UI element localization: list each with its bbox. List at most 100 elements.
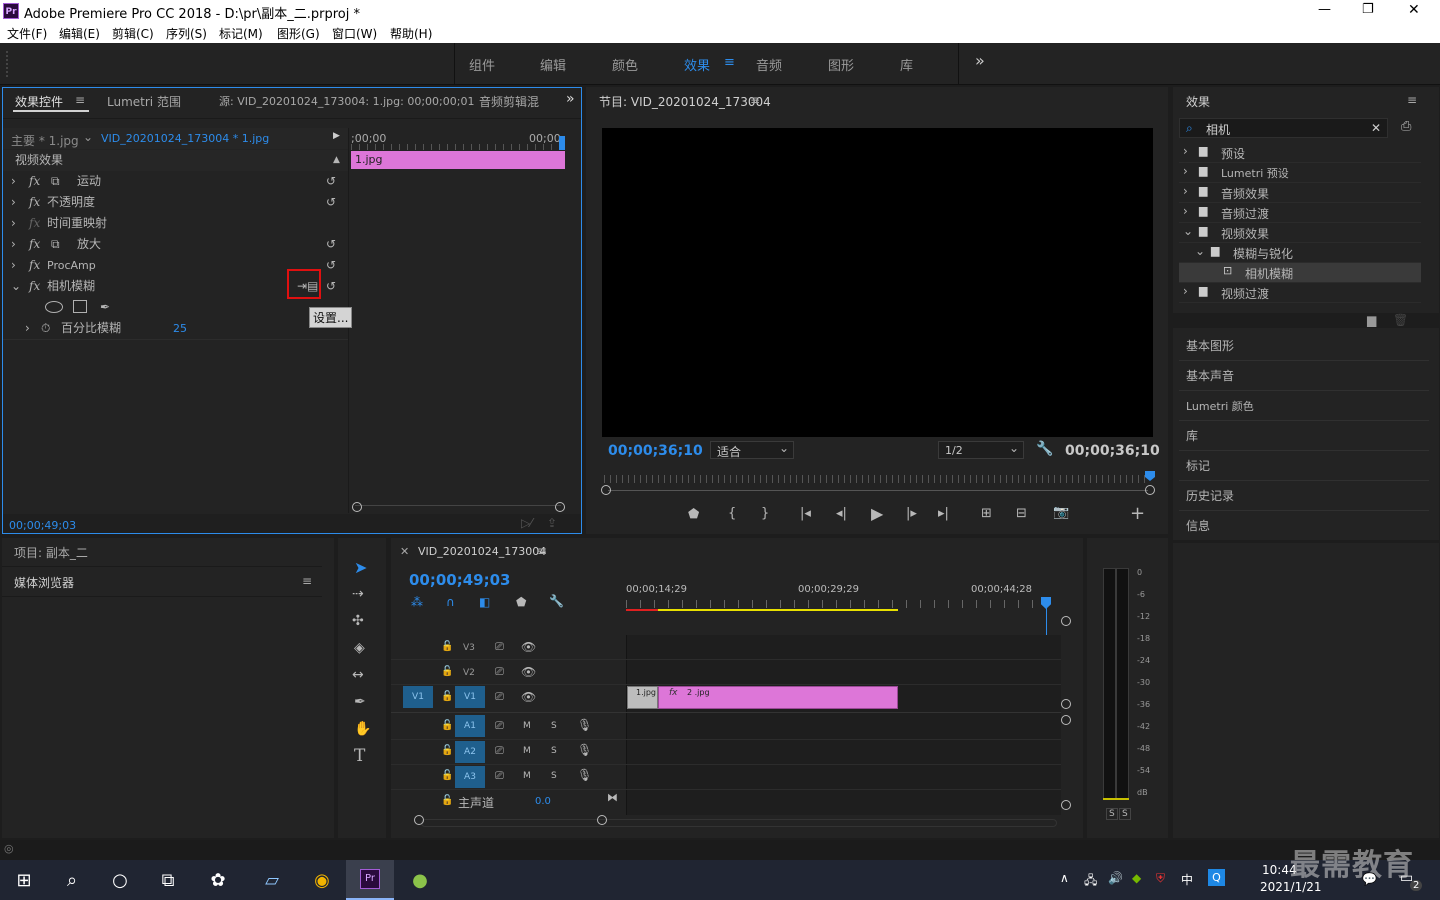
program-monitor-title[interactable]: 节目: VID_20201024_173004 bbox=[599, 93, 771, 110]
source-patch-v1[interactable]: V1 bbox=[403, 686, 433, 708]
eye-icon[interactable]: 👁 bbox=[521, 640, 536, 654]
rectangle-mask-icon[interactable] bbox=[73, 300, 87, 313]
settings-wrench-icon[interactable]: 🔧 bbox=[1036, 441, 1053, 457]
solo-button[interactable]: S bbox=[551, 746, 557, 756]
track-target-a3[interactable]: A3 bbox=[455, 766, 485, 788]
panel-history[interactable]: 历史记录 bbox=[1186, 486, 1234, 507]
workspace-editing[interactable]: 编辑 bbox=[540, 55, 566, 74]
mini-playhead[interactable] bbox=[559, 136, 565, 150]
mark-in-icon[interactable]: { bbox=[728, 506, 736, 521]
panel-essential-sound[interactable]: 基本声音 bbox=[1186, 366, 1234, 387]
minimize-button[interactable]: — bbox=[1318, 2, 1331, 17]
tab-effect-controls[interactable]: 效果控件 bbox=[15, 93, 63, 110]
tab-menu-icon[interactable]: ≡ bbox=[75, 93, 85, 107]
sync-lock-icon[interactable]: ⎚ bbox=[495, 690, 504, 704]
reset-icon[interactable]: ↺ bbox=[326, 192, 336, 213]
menu-sequence[interactable]: 序列(S) bbox=[166, 25, 207, 42]
menu-edit[interactable]: 编辑(E) bbox=[59, 25, 100, 42]
sequence-clip-label[interactable]: VID_20201024_173004 * 1.jpg bbox=[101, 132, 269, 145]
menu-marker[interactable]: 标记(M) bbox=[219, 25, 263, 42]
effects-panel-title[interactable]: 效果 bbox=[1186, 93, 1210, 110]
track-select-tool-icon[interactable]: ⇢ bbox=[352, 586, 364, 602]
expand-chevron-icon[interactable]: › bbox=[1183, 144, 1188, 158]
menu-help[interactable]: 帮助(H) bbox=[390, 25, 432, 42]
lock-icon[interactable]: 🔓 bbox=[441, 641, 453, 652]
microphone-icon[interactable]: 🎙 bbox=[577, 743, 592, 757]
fx-badge-icon[interactable]: fx bbox=[29, 171, 40, 192]
eye-icon[interactable]: 👁 bbox=[521, 665, 536, 679]
effect-row-opacity[interactable]: › fx 不透明度 ↺ bbox=[3, 192, 348, 213]
reset-icon[interactable]: ↺ bbox=[326, 276, 336, 297]
timeline-tab-title[interactable]: VID_20201024_173004 bbox=[418, 545, 546, 558]
timeline-menu-icon[interactable]: ≡ bbox=[537, 544, 547, 558]
video-vscroll-handle-bottom[interactable] bbox=[1061, 699, 1071, 709]
effects-tree-item[interactable]: ⊡ 相机模糊 bbox=[1179, 263, 1421, 283]
sync-lock-icon[interactable]: ⎚ bbox=[495, 665, 504, 679]
tab-audio-clip-mixer[interactable]: 音频剪辑混 bbox=[479, 93, 539, 110]
track-target-a1[interactable]: A1 bbox=[455, 715, 485, 737]
notepad-app-icon[interactable]: ▱ bbox=[248, 860, 296, 900]
fx-badge-icon[interactable]: fx bbox=[29, 234, 40, 255]
timeline-playhead-timecode[interactable]: 00;00;49;03 bbox=[409, 571, 511, 589]
mute-button[interactable]: M bbox=[523, 771, 531, 781]
expand-chevron-icon[interactable]: › bbox=[11, 234, 16, 255]
type-tool-icon[interactable]: T bbox=[354, 746, 365, 766]
ripple-edit-tool-icon[interactable]: ✣ bbox=[352, 613, 364, 629]
mute-button[interactable]: M bbox=[523, 746, 531, 756]
effect-row-scale[interactable]: › fx ⧉ 放大 ↺ bbox=[3, 234, 348, 255]
volume-icon[interactable]: 🔊 bbox=[1108, 871, 1123, 885]
zoom-handle-right[interactable] bbox=[1145, 485, 1155, 495]
lock-icon[interactable]: 🔓 bbox=[441, 795, 453, 806]
panel-info[interactable]: 信息 bbox=[1186, 516, 1210, 537]
mark-out-icon[interactable]: } bbox=[761, 506, 769, 521]
param-row-blur-percent[interactable]: › ⏱ 百分比模糊 25 bbox=[3, 318, 348, 339]
eye-icon[interactable]: 👁 bbox=[521, 690, 536, 704]
effects-tree-item[interactable]: ⌄ ▆ 模糊与锐化 bbox=[1179, 243, 1421, 263]
export-icon[interactable]: ⇪ bbox=[547, 516, 557, 530]
reset-icon[interactable]: ↺ bbox=[326, 171, 336, 192]
lock-icon[interactable]: 🔓 bbox=[441, 666, 453, 677]
sync-lock-icon[interactable]: ⎚ bbox=[495, 719, 504, 733]
premiere-taskbar-icon[interactable]: Pr bbox=[346, 860, 394, 900]
expand-chevron-icon[interactable]: › bbox=[25, 318, 30, 339]
panel-overflow-icon[interactable]: » bbox=[566, 91, 575, 107]
lock-icon[interactable]: 🔓 bbox=[441, 691, 453, 702]
linked-selection-icon[interactable]: ◧ bbox=[479, 595, 490, 609]
solo-button[interactable]: S bbox=[551, 721, 557, 731]
qq-icon[interactable]: Q bbox=[1208, 869, 1225, 886]
close-button[interactable]: ✕ bbox=[1408, 2, 1420, 18]
expand-chevron-icon[interactable]: › bbox=[11, 171, 16, 192]
setup-dialog-icon[interactable]: ⇥▤ bbox=[297, 276, 318, 297]
audio-vscroll-handle-top[interactable] bbox=[1061, 715, 1071, 725]
fx-badge-icon[interactable]: fx bbox=[29, 255, 40, 276]
solo-button[interactable]: S bbox=[551, 771, 557, 781]
effects-tree-item[interactable]: › ▆ Lumetri 预设 bbox=[1179, 163, 1421, 183]
stopwatch-icon[interactable]: ⏱ bbox=[41, 318, 50, 339]
expand-chevron-icon[interactable]: › bbox=[1183, 164, 1188, 178]
effects-tree-item[interactable]: › ▆ 音频过渡 bbox=[1179, 203, 1421, 223]
add-marker-icon[interactable]: ⬟ bbox=[688, 507, 699, 522]
filter-icon[interactable]: ▷⁄ bbox=[521, 516, 532, 530]
nvidia-icon[interactable]: ◆ bbox=[1132, 871, 1141, 885]
ellipse-mask-icon[interactable] bbox=[45, 301, 63, 313]
program-video-frame[interactable] bbox=[602, 128, 1153, 437]
workspace-menu-icon[interactable]: ≡ bbox=[724, 55, 735, 70]
sync-lock-icon[interactable]: ⎚ bbox=[495, 640, 504, 654]
hscroll-handle-right[interactable] bbox=[597, 815, 607, 825]
go-to-out-icon[interactable]: ▸| bbox=[938, 506, 949, 521]
expand-chevron-icon[interactable]: › bbox=[11, 192, 16, 213]
tab-project[interactable]: 项目: 副本_二 bbox=[14, 544, 88, 561]
security-shield-icon[interactable]: ⛨ bbox=[1156, 871, 1165, 886]
workspace-effects[interactable]: 效果 bbox=[684, 55, 710, 74]
hand-tool-icon[interactable]: ✋ bbox=[354, 721, 371, 737]
effects-tree-item[interactable]: ⌄ ▆ 视频效果 bbox=[1179, 223, 1421, 243]
close-sequence-icon[interactable]: ✕ bbox=[400, 545, 409, 558]
tray-chevron-icon[interactable]: ∧ bbox=[1060, 871, 1069, 885]
workspace-more-button[interactable]: » bbox=[975, 51, 985, 70]
reset-icon[interactable]: ↺ bbox=[326, 234, 336, 255]
new-folder-icon[interactable]: ▆ bbox=[1367, 313, 1376, 327]
panel-lumetri-color[interactable]: Lumetri 颜色 bbox=[1186, 396, 1254, 417]
lock-icon[interactable]: 🔓 bbox=[441, 745, 453, 756]
microphone-icon[interactable]: 🎙 bbox=[577, 718, 592, 732]
scroll-up-icon[interactable]: ▲ bbox=[333, 150, 340, 171]
